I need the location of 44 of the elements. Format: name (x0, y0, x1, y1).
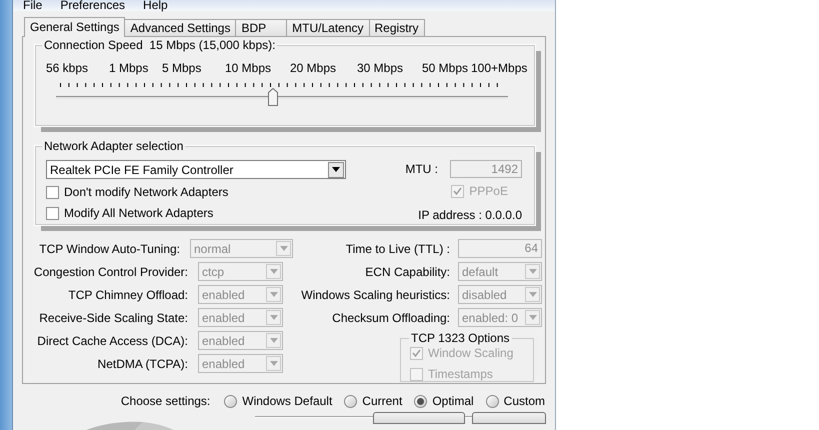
dropdown-value: Realtek PCIe FE Family Controller (50, 162, 234, 178)
setting-label: Checksum Offloading: (331, 310, 450, 326)
mtu-label: MTU : (405, 161, 438, 178)
scale-label: 56 kbps (46, 61, 88, 75)
tab[interactable]: General Settings (24, 17, 126, 37)
checkbox-label: Window Scaling (428, 345, 514, 362)
mtu-field[interactable]: 1492 (450, 160, 522, 178)
group-title: Network Adapter selection (42, 139, 186, 153)
scale-label: 20 Mbps (290, 61, 336, 75)
setting-label: Windows Scaling heuristics: (300, 286, 450, 304)
checkbox-label: Modify All Network Adapters (64, 205, 214, 222)
scale-label: 1 Mbps (109, 61, 148, 75)
setting-label: Congestion Control Provider: (32, 264, 188, 280)
radio-label: Windows Default (242, 393, 332, 410)
group-title: TCP 1323 Options (409, 331, 512, 345)
setting-label: Time to Live (TTL) : (344, 240, 450, 258)
scale-label: 10 Mbps (225, 61, 272, 75)
checkbox-label: Don't modify Network Adapters (64, 184, 228, 201)
group-title: Connection Speed 15 Mbps (15,000 kbps): (42, 38, 278, 52)
setting-label: Receive-Side Scaling State: (38, 310, 188, 326)
ip-address: IP address : 0.0.0.0 (418, 207, 522, 224)
setting-label: Direct Cache Access (DCA): (36, 332, 188, 350)
tab[interactable]: Advanced Settings (124, 19, 236, 36)
menu-item[interactable]: Preferences (60, 0, 126, 11)
adapter-dropdown[interactable]: Realtek PCIe FE Family Controller (46, 160, 346, 179)
setting-label: TCP Window Auto-Tuning: (38, 240, 180, 258)
checkbox-label: PPPoE (469, 183, 508, 200)
radio-label: Custom (504, 393, 545, 410)
tab[interactable]: Registry (368, 19, 425, 36)
menu-item[interactable]: File (23, 0, 42, 11)
checkbox-label: Timestamps (428, 366, 493, 383)
setting-label: TCP Chimney Offload: (67, 286, 188, 304)
scale-label: 100+Mbps (471, 61, 528, 75)
choose-settings-label: Choose settings: (120, 393, 210, 410)
scale-label: 5 Mbps (162, 61, 202, 75)
setting-label: ECN Capability: (364, 264, 450, 280)
radio-label: Optimal (432, 393, 474, 410)
tab[interactable]: MTU/Latency (286, 19, 370, 36)
scale-label: 30 Mbps (357, 61, 404, 75)
scale-label: 50 Mbps (422, 61, 468, 75)
setting-label: NetDMA (TCPA): (96, 356, 188, 372)
menu-item[interactable]: Help (143, 0, 168, 11)
tab[interactable]: BDP (235, 19, 288, 36)
radio-label: Current (362, 393, 402, 410)
